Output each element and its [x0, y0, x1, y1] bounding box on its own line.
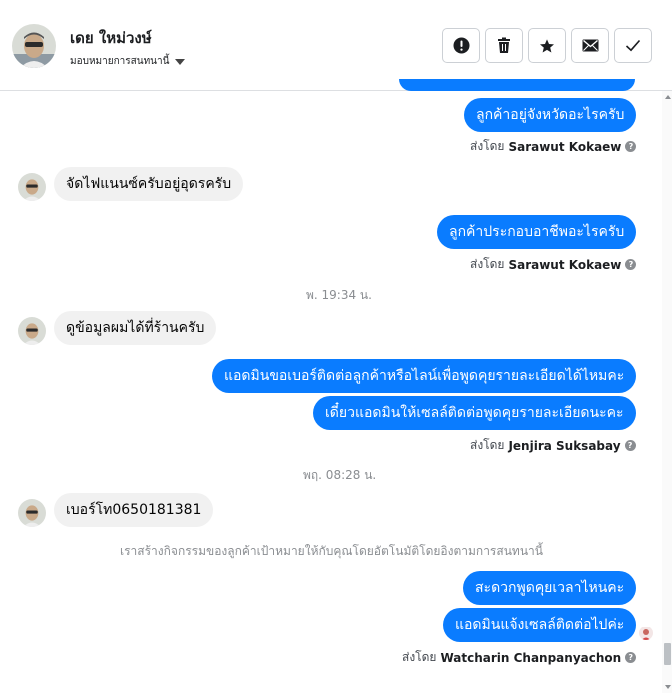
message-bubble-incoming: เบอร์โท0650181381	[54, 493, 214, 527]
sent-by-prefix: ส่งโดย	[470, 438, 505, 452]
contact-avatar-small	[18, 173, 46, 201]
message-bubble-outgoing: แอดมินแจ้งเซลล์ติดต่อไปค่ะ	[443, 608, 637, 642]
message-bubble-outgoing: เดี๋ยวแอดมินให้เซลล์ติดต่อพูดคุยรายละเอี…	[313, 396, 636, 430]
exclamation-circle-icon	[453, 37, 469, 54]
assign-conversation-label: มอบหมายการสนทนานี้	[70, 56, 170, 67]
help-icon[interactable]: ?	[625, 652, 637, 663]
sent-by-prefix: ส่งโดย	[402, 650, 437, 664]
message-bubble-incoming: จัดไฟแนนซ์ครับอยู่อุดรครับ	[54, 167, 244, 201]
contact-avatar-small	[18, 317, 46, 345]
message-bubble-incoming: ดูข้อมูลผมได้ที่ร้านครับ	[54, 311, 217, 345]
scrollbar[interactable]	[662, 91, 672, 693]
message-bubble-partial	[399, 79, 635, 91]
trash-icon	[498, 37, 510, 53]
message-bubble-outgoing: สะดวกพูดคุยเวลาไหนคะ	[463, 571, 637, 605]
message-bubble-outgoing: แอดมินขอเบอร์ติดต่อลูกค้าหรือไลน์เพื่อพู…	[212, 359, 637, 393]
system-notice: เราสร้างกิจกรรมของลูกค้าเป้าหมายให้กับคุ…	[120, 544, 543, 558]
sender-name: Jenjira Suksabay	[508, 438, 621, 453]
mark-unread-button[interactable]	[571, 28, 609, 63]
help-icon[interactable]: ?	[625, 141, 637, 152]
delete-button[interactable]	[485, 28, 523, 63]
help-icon[interactable]: ?	[624, 440, 636, 451]
sent-by-label: ส่งโดย Watcharin Chanpanyachon ?	[402, 648, 637, 667]
timestamp-divider: พฤ. 08:28 น.	[303, 468, 377, 482]
message-bubble-outgoing: ลูกค้าประกอบอาชีพอะไรครับ	[437, 215, 637, 249]
timestamp-divider: พ. 19:34 น.	[306, 288, 372, 302]
assign-conversation-dropdown[interactable]: มอบหมายการสนทนานี้	[70, 54, 186, 69]
contact-name: เดย ใหม่วงษ์	[70, 29, 152, 47]
envelope-icon	[582, 39, 598, 52]
sent-by-prefix: ส่งโดย	[470, 139, 505, 153]
star-button[interactable]	[528, 28, 566, 63]
message-bubble-outgoing: ลูกค้าอยู่จังหวัดอะไรครับ	[464, 98, 637, 132]
sent-by-label: ส่งโดย Jenjira Suksabay ?	[470, 436, 636, 455]
star-icon	[540, 38, 554, 53]
sent-by-prefix: ส่งโดย	[470, 257, 505, 271]
contact-avatar-small	[18, 499, 46, 527]
seen-indicator-avatar	[639, 626, 653, 640]
caret-down-icon	[175, 58, 186, 65]
sent-by-label: ส่งโดย Sarawut Kokaew ?	[470, 255, 637, 274]
checkmark-icon	[625, 39, 641, 52]
mark-spam-button[interactable]	[442, 28, 480, 63]
sender-name: Watcharin Chanpanyachon	[440, 650, 622, 665]
sender-name: Sarawut Kokaew	[508, 139, 622, 154]
sender-name: Sarawut Kokaew	[508, 257, 622, 272]
scroll-up-arrow-icon[interactable]	[665, 95, 671, 99]
scrollbar-thumb[interactable]	[664, 643, 671, 665]
mark-done-button[interactable]	[614, 28, 652, 63]
sent-by-label: ส่งโดย Sarawut Kokaew ?	[470, 137, 637, 156]
contact-avatar[interactable]	[12, 24, 56, 68]
scroll-down-arrow-icon[interactable]	[665, 685, 671, 689]
help-icon[interactable]: ?	[625, 259, 637, 270]
conversation-header: เดย ใหม่วงษ์ มอบหมายการสนทนานี้	[0, 0, 672, 91]
